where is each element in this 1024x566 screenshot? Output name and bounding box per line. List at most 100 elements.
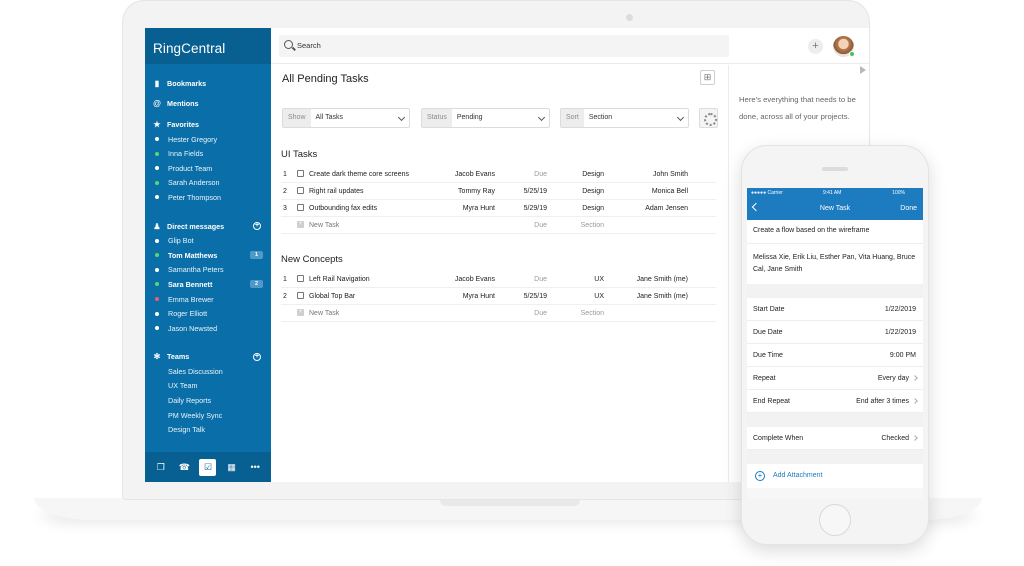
expand-icon[interactable]: ⊞ [700, 70, 715, 85]
task-assignee: Jacob Evans [454, 276, 495, 283]
mobile-field-row[interactable]: Repeat Every day [747, 367, 923, 390]
complete-when-row[interactable]: Complete When Checked [747, 427, 923, 450]
phone-icon[interactable]: ☎ [176, 459, 193, 476]
favorites-heading[interactable]: ★ Favorites [153, 117, 271, 132]
presence-indicator [849, 51, 855, 57]
field-label: Repeat [753, 375, 776, 382]
new-task-row[interactable]: + New Task Due Section [281, 305, 716, 322]
more-icon[interactable]: ••• [247, 459, 264, 476]
clock-label: 9:41 AM [823, 190, 842, 196]
task-assignee: Myra Hunt [462, 293, 495, 300]
task-checkbox[interactable] [297, 275, 304, 282]
add-icon[interactable]: + [808, 39, 823, 54]
mobile-field-row[interactable]: Due Time 9:00 PM [747, 344, 923, 367]
mobile-title: New Task [819, 205, 851, 212]
sidebar-item-dm[interactable]: Roger Elliott [153, 306, 271, 321]
table-row[interactable]: 3 Outbounding fax edits Myra Hunt 5/29/19 De… [281, 200, 716, 217]
sidebar-item-dm[interactable]: Samantha Peters [153, 263, 271, 278]
calendar-icon[interactable]: ▦ [223, 459, 240, 476]
messages-icon[interactable]: ❐ [152, 459, 169, 476]
sidebar-item-team[interactable]: PM Weekly Sync [153, 408, 271, 423]
chevron-right-icon [912, 375, 918, 381]
sidebar-item-label: Jason Newsted [168, 323, 218, 333]
table-row[interactable]: 2 Global Top Bar Myra Hunt 5/25/19 UX Jane Sm… [281, 288, 716, 305]
sidebar-item-favorite[interactable]: Hester Gregory [153, 132, 271, 147]
table-row[interactable]: 1 Create dark theme core screens Jacob Eva… [281, 166, 716, 183]
task-checkbox[interactable] [297, 187, 304, 194]
task-description-field[interactable]: Create a flow based on the wireframe [747, 220, 923, 244]
presence-dot [155, 166, 159, 171]
field-label: Due Time [753, 352, 783, 359]
row-number: 1 [283, 276, 287, 283]
done-button[interactable]: Done [900, 205, 917, 212]
gear-icon[interactable] [699, 108, 718, 128]
sidebar-item-team[interactable]: Daily Reports [153, 393, 271, 408]
task-name[interactable]: Global Top Bar [309, 293, 355, 300]
section-heading-label: Direct messages [167, 221, 225, 231]
sidebar-item-dm[interactable]: Sara Bennett 2 [153, 277, 271, 292]
assignees-field[interactable]: Melissa Xie, Erik Liu, Esther Pan, Vita … [747, 244, 923, 284]
carrier-label: ●●●●● Carrier [751, 190, 783, 196]
field-value: End after 3 times [856, 398, 909, 405]
sidebar-item-favorite[interactable]: Inna Fields [153, 146, 271, 161]
teams-heading[interactable]: ✻ Teams + [153, 350, 271, 365]
teams-list: Sales Discussion UX Team Daily Reports PM W… [153, 364, 271, 437]
mobile-field-row[interactable]: End Repeat End after 3 times [747, 390, 923, 413]
sidebar-item-dm[interactable]: Jason Newsted [153, 321, 271, 336]
sidebar-item-label: Emma Brewer [168, 294, 214, 304]
sort-filter[interactable]: Sort Section [560, 108, 689, 128]
sidebar-nav: ▮ Bookmarks @ Mentions ★ Favorites Heste… [145, 64, 271, 437]
task-name[interactable]: Outbounding fax edits [309, 205, 377, 212]
sidebar-item-mentions[interactable]: @ Mentions [153, 97, 271, 112]
empty-state-message: Here's everything that needs to be done,… [739, 95, 856, 121]
mobile-field-row[interactable]: Start Date 1/22/2019 [747, 298, 923, 321]
search-input[interactable]: Search [279, 35, 729, 57]
task-checkbox[interactable] [297, 204, 304, 211]
add-team-icon[interactable]: + [253, 352, 261, 361]
sidebar-item-dm[interactable]: Glip Bot [153, 233, 271, 248]
phone-speaker [822, 167, 848, 171]
row-number: 1 [283, 171, 287, 178]
task-name[interactable]: Right rail updates [309, 188, 363, 195]
section-title: New Concepts [281, 254, 343, 265]
sidebar-item-label: Product Team [168, 163, 213, 173]
tasks-icon[interactable]: ☑ [199, 458, 217, 476]
add-dm-icon[interactable]: + [253, 221, 261, 230]
task-name[interactable]: Create dark theme core screens [309, 171, 409, 178]
sidebar-item-favorite[interactable]: Peter Thompson [153, 190, 271, 205]
filter-label: Show [283, 109, 311, 127]
show-filter[interactable]: Show All Tasks [282, 108, 410, 128]
star-icon: ★ [153, 119, 161, 129]
collapse-arrow-icon[interactable] [860, 66, 866, 74]
sidebar-item-team[interactable]: UX Team [153, 379, 271, 394]
sidebar-item-dm[interactable]: Emma Brewer [153, 292, 271, 307]
field-value: Every day [877, 375, 909, 382]
table-row[interactable]: 1 Left Rail Navigation Jacob Evans Due UX Jan… [281, 271, 716, 288]
field-value: 1/22/2019 [884, 329, 916, 336]
direct-messages-heading[interactable]: ♟ Direct messages + [153, 219, 271, 234]
mobile-nav-bar: New Task Done [747, 198, 923, 220]
status-filter[interactable]: Status Pending [421, 108, 550, 128]
presence-dot [155, 311, 159, 316]
filter-label: Sort [561, 109, 584, 127]
add-attachment-button[interactable]: + Add Attachment [747, 464, 923, 488]
section-heading-label: Teams [167, 352, 190, 362]
new-task-due: Due [534, 222, 547, 229]
sidebar-item-team[interactable]: Design Talk [153, 422, 271, 437]
mobile-field-row[interactable]: Due Date 1/22/2019 [747, 321, 923, 344]
sidebar-item-bookmarks[interactable]: ▮ Bookmarks [153, 76, 271, 91]
task-name[interactable]: Left Rail Navigation [309, 276, 370, 283]
sidebar-item-favorite[interactable]: Product Team [153, 161, 271, 176]
field-label: Complete When [753, 435, 804, 442]
table-row[interactable]: 2 Right rail updates Tommy Ray 5/25/19 Desig… [281, 183, 716, 200]
field-label: End Repeat [753, 398, 790, 405]
unread-badge: 1 [250, 250, 263, 259]
sidebar-item-team[interactable]: Sales Discussion [153, 364, 271, 379]
new-task-row[interactable]: + New Task Due Section [281, 217, 716, 234]
sidebar-item-dm[interactable]: Tom Matthews 1 [153, 248, 271, 263]
task-checkbox[interactable] [297, 292, 304, 299]
search-icon [284, 40, 293, 49]
sidebar-item-favorite[interactable]: Sarah Anderson [153, 176, 271, 191]
brand-logo: RingCentral [145, 28, 271, 64]
task-checkbox[interactable] [297, 170, 304, 177]
